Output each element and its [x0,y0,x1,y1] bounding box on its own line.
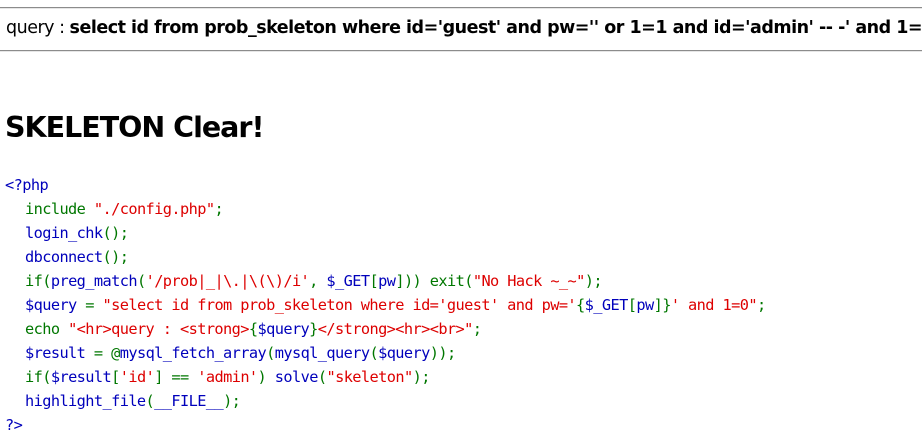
code-line: $query = "select id from prob_skeleton w… [5,293,766,317]
code-token-string: "No Hack ~_~" [472,272,586,290]
code-line: $result = @mysql_fetch_array(mysql_query… [5,341,766,365]
code-token-keyword: (); [102,224,129,242]
query-output: query : select id from prob_skeleton whe… [6,17,922,39]
code-token-default: $query [378,344,430,362]
code-token-default: pw [636,296,654,314]
code-line: highlight_file(__FILE__); [5,389,766,413]
code-token-keyword: { [576,296,585,314]
clear-message: SKELETON Clear! [5,111,264,144]
code-token-keyword: ]} [653,296,672,314]
code-token-string: ' and 1=0" [670,296,758,314]
code-token-default: highlight_file [25,392,146,410]
code-token-default: login_chk [25,224,103,242]
code-token-keyword: echo [25,320,69,338]
code-token-keyword: ] == [154,368,198,386]
code-token-keyword: ); [412,368,431,386]
source-code-block: <?php include "./config.php"; login_chk();… [5,173,766,437]
code-token-default: <?php [5,176,49,194]
code-token-default: $result [25,344,94,362]
code-token-keyword: [ [369,272,379,290]
code-token-string: </strong><hr><br>" [317,320,474,338]
code-token-string: "./config.php" [93,200,215,218]
query-rule-bottom [0,50,922,52]
code-token-default: preg_match [50,272,138,290]
code-token-keyword: { [248,320,258,338]
code-token-keyword: [ [111,368,120,386]
code-token-keyword: ; [756,296,766,314]
code-token-string: 'admin' [197,368,258,386]
code-token-keyword: ( [369,344,379,362]
code-token-default: solve [274,368,319,386]
code-token-string: 'id' [119,368,155,386]
code-token-keyword: ( [266,344,275,362]
code-token-string: "<hr>query : <strong> [68,320,249,338]
code-token-keyword: ) [257,368,275,386]
code-line: login_chk(); [5,221,766,245]
code-token-default: pw [378,272,396,290]
code-token-keyword: include [25,200,94,218]
code-token-keyword: ; [214,200,224,218]
code-token-default: dbconnect [25,248,103,266]
code-token-keyword: ); [584,272,603,290]
code-token-keyword: if( [25,272,51,290]
code-token-keyword: ( [145,392,155,410]
code-token-keyword: ( [136,272,146,290]
query-sql: select id from prob_skeleton where id='g… [69,18,922,38]
code-line: if($result['id'] == 'admin') solve("skel… [5,365,766,389]
code-token-keyword: ; [472,320,482,338]
code-token-default: mysql_fetch_array [119,344,267,362]
code-token-keyword: } [309,320,318,338]
query-label: query : [6,18,70,38]
code-token-default: $query [25,296,86,314]
code-token-keyword: if( [25,368,51,386]
code-token-keyword: ])) exit( [395,272,473,290]
code-token-keyword: (); [102,248,129,266]
code-token-keyword: = [85,296,103,314]
code-line: ?> [5,413,766,437]
code-token-default: $query [257,320,310,338]
code-token-keyword: = @ [93,344,120,362]
code-line: if(preg_match('/prob|_|\.|\(\)/i', $_GET… [5,269,766,293]
code-token-default: $_GET [326,272,370,290]
query-rule-top [0,7,922,9]
code-line: include "./config.php"; [5,197,766,221]
code-line: <?php [5,173,766,197]
code-token-default: $result [50,368,112,386]
code-token-string: '/prob|_|\.|\(\)/i' [145,272,310,290]
code-token-default: $_GET [584,296,629,314]
code-token-keyword: )); [429,344,456,362]
code-line: echo "<hr>query : <strong>{$query}</stro… [5,317,766,341]
code-token-default: ?> [5,416,23,434]
code-token-string: "skeleton" [326,368,413,386]
code-token-default: __FILE__ [154,392,224,410]
code-line: dbconnect(); [5,245,766,269]
code-token-default: mysql_query [274,344,370,362]
code-token-keyword: ); [223,392,241,410]
code-token-keyword: , [309,272,327,290]
code-token-string: "select id from prob_skeleton where id='… [102,296,577,314]
